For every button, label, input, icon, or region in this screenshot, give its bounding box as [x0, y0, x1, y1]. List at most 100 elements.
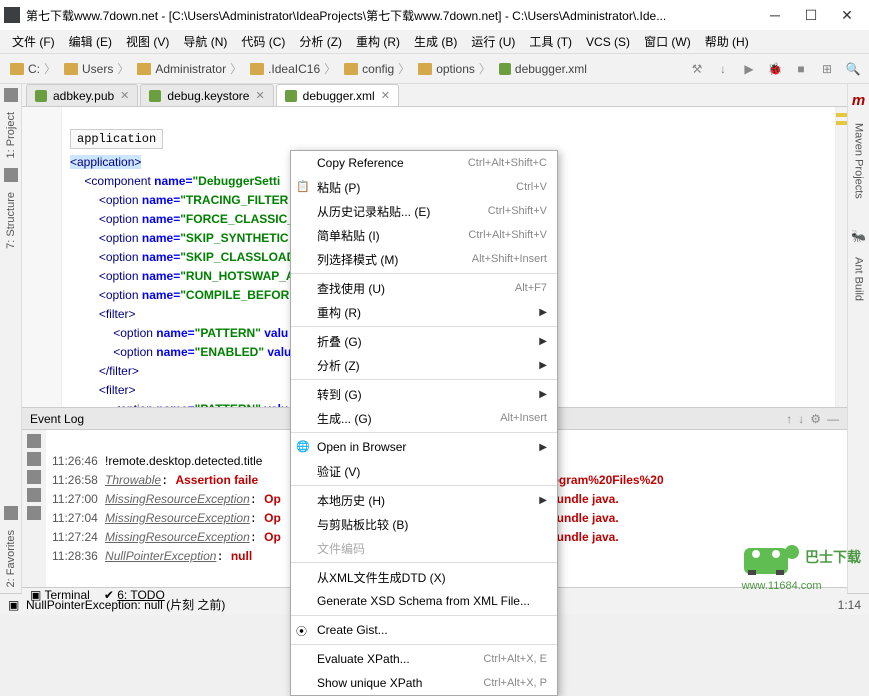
ctx-evaluatexpath[interactable]: Evaluate XPath...Ctrl+Alt+X, E [291, 647, 557, 671]
debug-icon[interactable]: 🐞 [765, 59, 785, 79]
ctx-generatexsdschemafromxmlfile[interactable]: Generate XSD Schema from XML File... [291, 589, 557, 613]
make-icon[interactable]: ⚒ [687, 59, 707, 79]
structure-icon[interactable]: ⊞ [817, 59, 837, 79]
ctx-h[interactable]: 本地历史 (H)▶ [291, 488, 557, 512]
ctx-e[interactable]: 从历史记录粘贴... (E)Ctrl+Shift+V [291, 199, 557, 223]
marker-strip[interactable] [835, 107, 847, 407]
ctx-b[interactable]: 与剪贴板比较 (B) [291, 512, 557, 536]
shortcut: Ctrl+Alt+X, E [483, 653, 547, 665]
ctx-label: Generate XSD Schema from XML File... [317, 594, 547, 608]
close-icon[interactable]: ✕ [381, 89, 390, 102]
info-icon[interactable] [27, 434, 41, 448]
ctx-i[interactable]: 简单粘贴 (I)Ctrl+Alt+Shift+V [291, 223, 557, 247]
maximize-button[interactable]: ☐ [793, 1, 829, 29]
ctx-label: 本地历史 (H) [317, 492, 539, 509]
ctx-label: 列选择模式 (M) [317, 251, 472, 268]
crumb-options[interactable]: options〉 [414, 60, 495, 77]
toolbar-right: ⚒ ↓ ▶ 🐞 ■ ⊞ 🔍 [687, 59, 863, 79]
menu-build[interactable]: 生成 (B) [408, 31, 463, 52]
ctx-copyreference[interactable]: Copy ReferenceCtrl+Alt+Shift+C [291, 151, 557, 175]
tab-favorites[interactable]: 2: Favorites [5, 524, 17, 593]
ctx-label: 转到 (G) [317, 386, 539, 403]
ctx-label: 分析 (Z) [317, 357, 539, 374]
close-icon[interactable]: ✕ [120, 89, 129, 102]
tab-maven[interactable]: Maven Projects [853, 117, 865, 205]
next-icon[interactable]: ↓ [798, 412, 804, 426]
breadcrumb-tag[interactable]: application [70, 129, 163, 149]
gear-icon[interactable]: ⚙ [810, 412, 821, 426]
menu-code[interactable]: 代码 (C) [235, 31, 291, 52]
ctx-label: 与剪贴板比较 (B) [317, 516, 547, 533]
close-button[interactable]: ✕ [829, 1, 865, 29]
crumb-file[interactable]: debugger.xml [495, 62, 591, 76]
crumb-admin[interactable]: Administrator〉 [133, 60, 246, 77]
shortcut: Ctrl+Shift+V [488, 205, 547, 217]
hide-icon[interactable]: — [827, 412, 839, 426]
balloon-icon[interactable] [27, 452, 41, 466]
ctx-m[interactable]: 列选择模式 (M)Alt+Shift+Insert [291, 247, 557, 271]
crumb-root[interactable]: C:〉 [6, 60, 60, 77]
ctx-u[interactable]: 查找使用 (U)Alt+F7 [291, 276, 557, 300]
ctx-label: 验证 (V) [317, 463, 547, 480]
ctx-g[interactable]: 转到 (G)▶ [291, 382, 557, 406]
tab-ant[interactable]: Ant Build [853, 251, 865, 307]
ant-icon[interactable]: 🐜 [851, 229, 866, 243]
maven-icon[interactable]: m [852, 92, 865, 109]
ctx-creategist[interactable]: ⦿Create Gist... [291, 618, 557, 642]
crumb-users[interactable]: Users〉 [60, 60, 133, 77]
run-icon[interactable]: ▶ [739, 59, 759, 79]
crumb-ideaic[interactable]: .IdeaIC16〉 [246, 60, 340, 77]
crumb-config[interactable]: config〉 [340, 60, 414, 77]
shortcut: Alt+Shift+Insert [472, 253, 547, 265]
search-icon[interactable]: 🔍 [843, 59, 863, 79]
ctx-openinbrowser[interactable]: 🌐Open in Browser▶ [291, 435, 557, 459]
ctx-z[interactable]: 分析 (Z)▶ [291, 353, 557, 377]
structure-tool-icon[interactable] [4, 168, 18, 182]
window-title: 第七下载www.7down.net - [C:\Users\Administra… [26, 7, 757, 24]
ctx-v[interactable]: 验证 (V) [291, 459, 557, 483]
tab-adbkey[interactable]: adbkey.pub✕ [26, 84, 138, 106]
menu-vcs[interactable]: VCS (S) [580, 33, 636, 51]
caret-position[interactable]: 1:14 [838, 598, 861, 612]
link-icon[interactable] [27, 488, 41, 502]
menu-window[interactable]: 窗口 (W) [638, 31, 697, 52]
submenu-arrow-icon: ▶ [539, 442, 547, 453]
prev-icon[interactable]: ↑ [786, 412, 792, 426]
menu-run[interactable]: 运行 (U) [465, 31, 521, 52]
minimize-button[interactable]: ─ [757, 1, 793, 29]
project-tool-icon[interactable] [4, 88, 18, 102]
menu-refactor[interactable]: 重构 (R) [350, 31, 406, 52]
event-log-toolbar [22, 430, 46, 587]
ctx-: 文件编码 [291, 536, 557, 560]
menu-navigate[interactable]: 导航 (N) [177, 31, 233, 52]
tab-debugkeystore[interactable]: debug.keystore✕ [140, 84, 273, 106]
tab-project[interactable]: 1: Project [5, 106, 17, 164]
filter-icon[interactable] [27, 470, 41, 484]
ctx-xmldtdx[interactable]: 从XML文件生成DTD (X) [291, 565, 557, 589]
settings-icon[interactable]: ↓ [713, 59, 733, 79]
favorites-tool-icon[interactable] [4, 506, 18, 520]
menubar: 文件 (F) 编辑 (E) 视图 (V) 导航 (N) 代码 (C) 分析 (Z… [0, 30, 869, 54]
shortcut: Alt+F7 [515, 282, 547, 294]
menu-file[interactable]: 文件 (F) [6, 31, 61, 52]
menu-view[interactable]: 视图 (V) [120, 31, 175, 52]
close-icon[interactable]: ✕ [255, 89, 264, 102]
menu-edit[interactable]: 编辑 (E) [63, 31, 118, 52]
toggle-tools-icon[interactable]: ▣ [8, 598, 19, 612]
clear-icon[interactable] [27, 506, 41, 520]
app-icon [4, 7, 20, 23]
ctx-r[interactable]: 重构 (R)▶ [291, 300, 557, 324]
menu-tools[interactable]: 工具 (T) [523, 31, 578, 52]
menu-analyze[interactable]: 分析 (Z) [293, 31, 348, 52]
menu-help[interactable]: 帮助 (H) [699, 31, 755, 52]
paste-icon: 📋 [296, 180, 310, 194]
file-icon [149, 90, 161, 102]
tab-structure[interactable]: 7: Structure [5, 186, 17, 255]
ctx-label: Copy Reference [317, 156, 468, 170]
ctx-g[interactable]: 生成... (G)Alt+Insert [291, 406, 557, 430]
ctx-p[interactable]: 📋粘贴 (P)Ctrl+V [291, 175, 557, 199]
ctx-showuniquexpath[interactable]: Show unique XPathCtrl+Alt+X, P [291, 671, 557, 695]
ctx-g[interactable]: 折叠 (G)▶ [291, 329, 557, 353]
tab-debuggerxml[interactable]: debugger.xml✕ [276, 84, 399, 106]
stop-icon[interactable]: ■ [791, 59, 811, 79]
